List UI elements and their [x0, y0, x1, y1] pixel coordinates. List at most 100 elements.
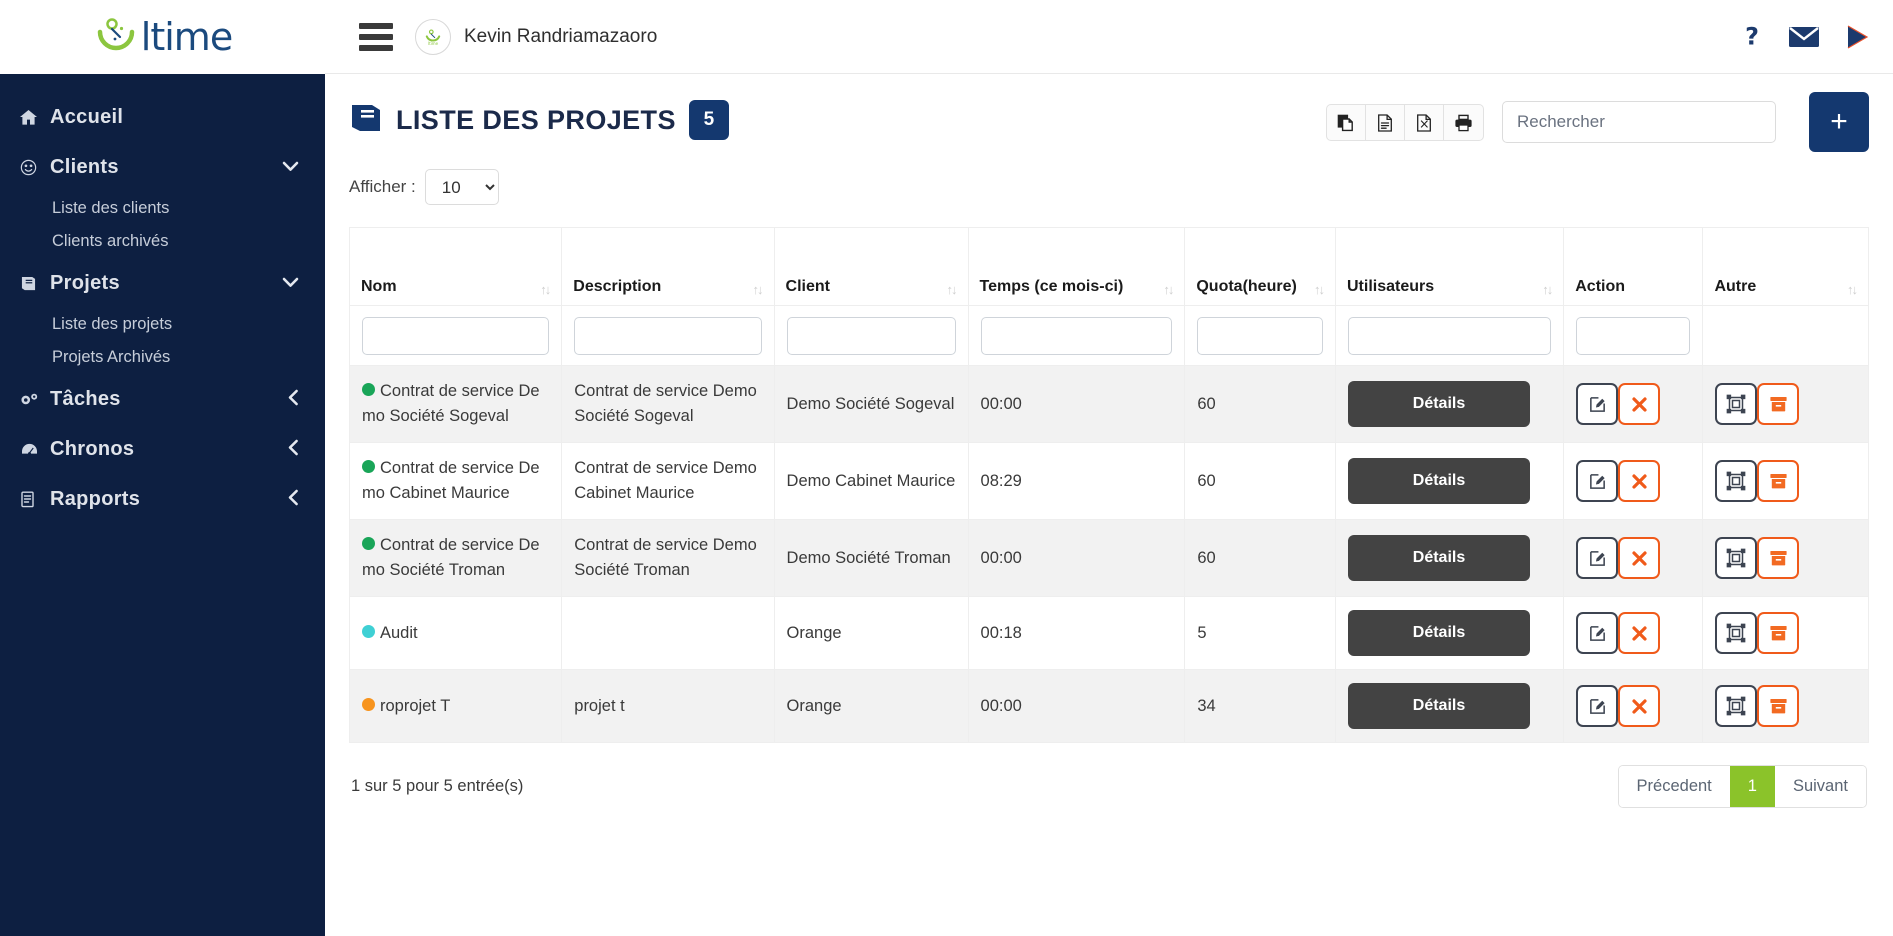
archive-icon[interactable]: [1757, 460, 1800, 502]
filter-input-action[interactable]: [1576, 316, 1691, 355]
cell-quota: 60: [1184, 365, 1336, 443]
column-label: Autre: [1714, 278, 1757, 295]
cell-action: [1563, 442, 1704, 520]
sidebar-label-rapports: Rapports: [50, 487, 141, 510]
status-dot: [362, 460, 375, 473]
sidebar-label-projets: Projets: [50, 271, 120, 294]
sort-icon[interactable]: ↑↓: [1314, 282, 1325, 297]
duplicate-icon[interactable]: [1715, 685, 1758, 727]
sidebar-item-projets-archives[interactable]: Projets Archivés: [0, 341, 325, 374]
edit-icon[interactable]: [1576, 612, 1619, 654]
column-header-action: Action: [1563, 227, 1704, 306]
mail-icon[interactable]: [1789, 26, 1819, 48]
brand-logo[interactable]: ltime: [0, 0, 325, 74]
pdf-icon[interactable]: [1405, 105, 1444, 140]
sort-icon[interactable]: ↑↓: [1163, 282, 1174, 297]
close-icon[interactable]: [1618, 685, 1661, 727]
close-icon[interactable]: [1618, 537, 1661, 579]
edit-icon[interactable]: [1576, 685, 1619, 727]
copy-icon[interactable]: [1327, 105, 1366, 140]
menu-toggle-icon[interactable]: [359, 22, 393, 51]
avatar[interactable]: ltime: [415, 18, 451, 55]
sidebar-item-taches[interactable]: Tâches: [0, 374, 325, 424]
edit-icon[interactable]: [1576, 537, 1619, 579]
print-icon[interactable]: [1444, 105, 1483, 140]
details-button[interactable]: Détails: [1348, 683, 1530, 729]
cell-nom: Contrat de service Demo Société Sogeval: [348, 365, 563, 443]
sidebar-item-accueil[interactable]: Accueil: [0, 92, 325, 142]
report-icon: [20, 491, 50, 508]
duplicate-icon[interactable]: [1715, 612, 1758, 654]
filter-input-quota[interactable]: [1197, 316, 1323, 355]
details-button[interactable]: Détails: [1348, 610, 1530, 656]
column-header-autre[interactable]: Autre ↑↓: [1702, 227, 1869, 306]
details-button[interactable]: Détails: [1348, 535, 1530, 581]
status-dot: [362, 537, 375, 550]
user-name: Kevin Randriamazaoro: [464, 25, 658, 47]
svg-text:ltime: ltime: [428, 40, 439, 45]
chevron-left-icon[interactable]: [288, 489, 299, 510]
duplicate-icon[interactable]: [1715, 460, 1758, 502]
details-button[interactable]: Détails: [1348, 381, 1530, 427]
excel-icon[interactable]: [1366, 105, 1405, 140]
sidebar-item-liste-des-clients[interactable]: Liste des clients: [0, 192, 325, 225]
sidebar-item-rapports[interactable]: Rapports: [0, 474, 325, 524]
sidebar-item-chronos[interactable]: Chronos: [0, 424, 325, 474]
sort-icon[interactable]: ↑↓: [947, 282, 958, 297]
pagination-page-1[interactable]: 1: [1729, 766, 1775, 807]
chevron-down-icon[interactable]: [282, 159, 299, 176]
sidebar-item-projets[interactable]: Projets: [0, 258, 325, 308]
page-length-select[interactable]: 10 25 50 100: [424, 169, 499, 205]
sidebar-item-liste-des-projets[interactable]: Liste des projets: [0, 308, 325, 341]
add-project-button[interactable]: +: [1809, 92, 1869, 152]
sort-icon[interactable]: ↑↓: [1542, 282, 1553, 297]
sort-icon[interactable]: ↑↓: [753, 282, 764, 297]
table-row: Audit Orange 00:18 5 Détails: [348, 596, 1869, 670]
archive-icon[interactable]: [1757, 537, 1800, 579]
send-icon[interactable]: [1845, 24, 1871, 50]
column-header-utilisateurs[interactable]: Utilisateurs ↑↓: [1334, 227, 1565, 306]
column-header-quota[interactable]: Quota(heure) ↑↓: [1184, 227, 1336, 306]
table-filter-row: [348, 305, 1869, 366]
filter-input-nom[interactable]: [362, 316, 550, 355]
filter-input-temps[interactable]: [980, 316, 1173, 355]
filter-input-client[interactable]: [786, 316, 956, 355]
chevron-down-icon[interactable]: [282, 275, 299, 292]
search-input[interactable]: [1502, 101, 1776, 143]
sidebar-item-clients[interactable]: Clients: [0, 142, 325, 192]
details-button[interactable]: Détails: [1348, 458, 1530, 504]
pagination-prev[interactable]: Précedent: [1618, 766, 1730, 807]
close-icon[interactable]: [1618, 383, 1661, 425]
page-length-control: Afficher : 10 25 50 100: [349, 169, 1869, 205]
close-icon[interactable]: [1618, 460, 1661, 502]
column-header-description[interactable]: Description ↑↓: [561, 227, 775, 306]
filter-cell-utilisateurs: [1334, 305, 1565, 366]
edit-icon[interactable]: [1576, 383, 1619, 425]
chevron-left-icon[interactable]: [288, 389, 299, 410]
logo-mark-icon: [93, 12, 139, 63]
duplicate-icon[interactable]: [1715, 537, 1758, 579]
sort-icon[interactable]: ↑↓: [540, 282, 551, 297]
cell-autre: [1702, 365, 1869, 443]
project-name: Contrat de service Demo Cabinet Maurice: [362, 459, 540, 502]
edit-icon[interactable]: [1576, 460, 1619, 502]
archive-icon[interactable]: [1757, 612, 1800, 654]
projects-count-badge: 5: [688, 100, 729, 140]
filter-input-description[interactable]: [574, 316, 762, 355]
smiley-icon: [20, 159, 50, 176]
column-header-nom[interactable]: Nom ↑↓: [348, 227, 563, 306]
pagination-next[interactable]: Suivant: [1774, 766, 1866, 807]
column-header-temps[interactable]: Temps (ce mois-ci) ↑↓: [967, 227, 1186, 306]
filter-cell-nom: [348, 305, 563, 366]
filter-input-utilisateurs[interactable]: [1348, 316, 1552, 355]
sidebar-item-clients-archives[interactable]: Clients archivés: [0, 225, 325, 258]
archive-icon[interactable]: [1757, 383, 1800, 425]
column-header-client[interactable]: Client ↑↓: [773, 227, 969, 306]
help-icon[interactable]: ?: [1741, 24, 1763, 50]
close-icon[interactable]: [1618, 612, 1661, 654]
archive-icon[interactable]: [1757, 685, 1800, 727]
sort-icon[interactable]: ↑↓: [1847, 282, 1858, 297]
column-label: Client: [785, 278, 830, 295]
chevron-left-icon[interactable]: [288, 439, 299, 460]
duplicate-icon[interactable]: [1715, 383, 1758, 425]
